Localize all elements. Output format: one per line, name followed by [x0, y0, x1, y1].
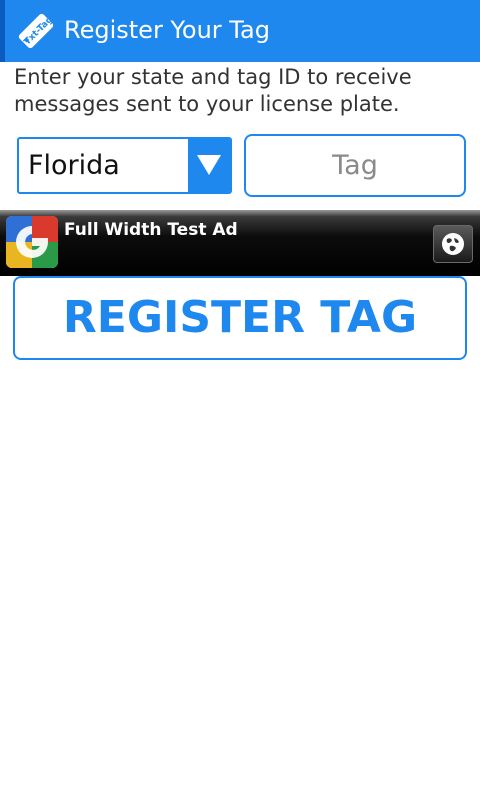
instructions-text: Enter your state and tag ID to receive m…	[14, 65, 412, 116]
app-bar-accent	[0, 0, 5, 62]
register-tag-button[interactable]: REGISTER TAG	[13, 276, 467, 360]
tag-input[interactable]	[244, 134, 466, 197]
google-logo-icon	[6, 216, 58, 268]
dropdown-button[interactable]	[188, 139, 230, 192]
globe-icon	[442, 233, 464, 255]
page-title: Register Your Tag	[64, 16, 270, 44]
ad-banner[interactable]: Full Width Test Ad	[0, 210, 480, 276]
txt-tag-app-icon: Txt-Tag	[18, 13, 55, 49]
ad-text: Full Width Test Ad	[64, 220, 238, 240]
state-dropdown[interactable]: Florida	[17, 137, 232, 194]
chevron-down-icon	[197, 155, 221, 175]
app-bar: Txt-Tag Register Your Tag	[0, 0, 480, 62]
ad-action-button[interactable]	[433, 225, 473, 263]
state-selected-value: Florida	[28, 150, 120, 181]
